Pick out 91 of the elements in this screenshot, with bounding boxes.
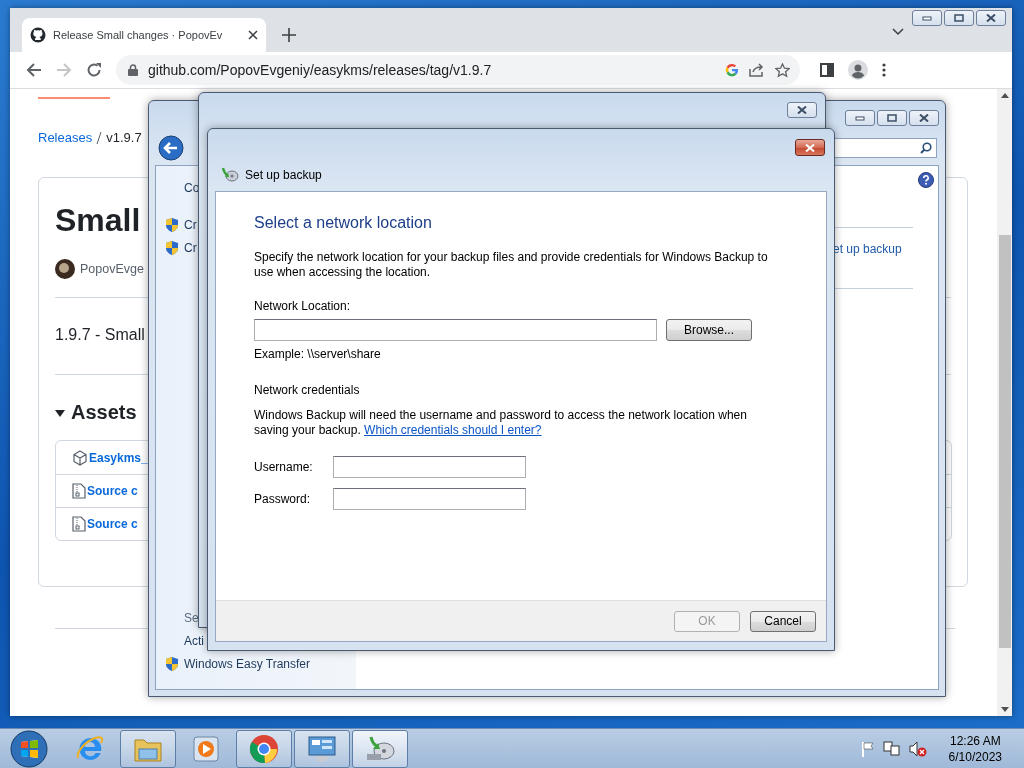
shield-icon xyxy=(164,216,180,233)
help-icon[interactable] xyxy=(918,172,934,188)
address-bar[interactable]: github.com/PopovEvgeniy/easykms/releases/tag/v1.9.7 xyxy=(116,55,800,85)
close-button[interactable] xyxy=(795,139,825,156)
speaker-muted-icon[interactable] xyxy=(908,740,927,757)
backup-drive-icon xyxy=(365,734,395,763)
page-heading: Select a network location xyxy=(254,214,433,232)
browse-button[interactable]: Browse... xyxy=(666,319,752,341)
scroll-up-icon[interactable] xyxy=(1000,93,1009,98)
window-button[interactable] xyxy=(944,10,974,26)
side-panel-icon[interactable] xyxy=(820,63,834,77)
backup-drive-icon xyxy=(221,166,239,182)
minimize-icon xyxy=(855,115,865,121)
close-button[interactable] xyxy=(787,102,817,118)
window-button[interactable] xyxy=(845,110,875,126)
close-icon[interactable] xyxy=(248,30,258,40)
input-field[interactable] xyxy=(333,456,526,478)
triangle-down-icon[interactable] xyxy=(55,407,65,418)
shield-icon xyxy=(164,239,180,256)
active-tab-underline xyxy=(38,97,110,99)
minimize-icon xyxy=(922,15,932,21)
lock-icon xyxy=(128,64,138,76)
window-button[interactable] xyxy=(909,110,939,126)
back-arrow-icon[interactable] xyxy=(26,62,42,78)
maximize-icon xyxy=(887,114,897,122)
asset-link[interactable]: Source c xyxy=(87,484,138,498)
cat-logo-icon xyxy=(30,27,46,43)
scrollbar-thumb[interactable] xyxy=(998,235,1011,648)
window-button[interactable] xyxy=(877,110,907,126)
taskbar-button[interactable] xyxy=(294,729,350,768)
window-button[interactable] xyxy=(976,10,1006,26)
maximize-icon xyxy=(954,14,964,22)
sidebar-link[interactable]: Windows Easy Transfer xyxy=(184,656,311,671)
help-link[interactable]: Which credentials should I enter? xyxy=(364,423,542,437)
window-button[interactable] xyxy=(912,10,942,26)
sidebar-link[interactable]: Cr xyxy=(184,240,197,255)
asset-link[interactable]: Source c xyxy=(87,517,138,531)
close-icon xyxy=(986,14,996,22)
share-icon[interactable] xyxy=(749,63,765,77)
example-text: Example: \\server\share xyxy=(254,347,382,361)
field-label: Username: xyxy=(254,460,314,474)
close-icon xyxy=(797,106,807,114)
taskbar-button[interactable] xyxy=(352,729,408,768)
breadcrumb-current: v1.9.7 xyxy=(106,130,142,145)
search-icon xyxy=(920,142,932,154)
sidebar-heading: Se xyxy=(184,610,199,625)
close-icon xyxy=(919,114,929,122)
network-icon[interactable] xyxy=(882,740,901,757)
scrollbar[interactable] xyxy=(997,89,1012,716)
section-heading: Network credentials xyxy=(254,383,361,397)
menu-icon[interactable] xyxy=(882,63,886,77)
chrome-icon xyxy=(249,733,279,764)
instructions-text: Specify the network location for your backup files and provide credentials for Windows Backup to use when accessing the location. xyxy=(254,250,769,280)
flag-icon[interactable] xyxy=(860,740,875,757)
browser-tab[interactable]: Release Small changes · PopovEv xyxy=(22,18,266,52)
media-player-icon xyxy=(192,734,220,763)
field-label: Password: xyxy=(254,492,312,506)
zip-file-icon xyxy=(72,516,86,532)
clock-time: 12:26 AM xyxy=(949,732,1001,749)
assets-heading: Assets xyxy=(71,401,137,424)
window-title: Set up backup xyxy=(245,168,322,182)
input-field[interactable] xyxy=(254,319,657,341)
field-label: Network Location: xyxy=(254,299,352,313)
breadcrumb-link[interactable]: Releases xyxy=(38,130,93,145)
profile-icon[interactable] xyxy=(848,60,868,80)
release-notes: 1.9.7 - Small xyxy=(55,326,145,344)
zip-file-icon xyxy=(72,483,86,499)
scroll-down-icon[interactable] xyxy=(1000,707,1009,712)
control-panel-icon xyxy=(307,734,337,763)
author-name[interactable]: PopovEvge xyxy=(80,262,144,276)
package-icon xyxy=(72,449,88,466)
credentials-text: Windows Backup will need the username and password to access the network location when saving your backup. Which credentials should I enter? xyxy=(254,408,748,438)
new-tab-icon[interactable] xyxy=(282,28,296,42)
breadcrumb-separator-icon xyxy=(96,130,103,145)
clock-date: 6/10/2023 xyxy=(948,748,1002,765)
reload-icon[interactable] xyxy=(86,62,102,78)
avatar-icon xyxy=(55,259,75,279)
taskbar-button[interactable] xyxy=(236,729,292,768)
sidebar-link[interactable]: Cr xyxy=(184,217,197,232)
google-g-icon[interactable] xyxy=(725,63,739,77)
shield-icon xyxy=(164,655,180,672)
sidebar-link[interactable]: Acti xyxy=(184,633,204,648)
dialog-button[interactable]: Cancel xyxy=(750,610,816,632)
asset-link[interactable]: Easykms_ xyxy=(89,450,148,465)
start-button[interactable] xyxy=(10,729,48,768)
close-icon xyxy=(805,143,815,152)
release-title: Small xyxy=(55,202,141,239)
star-icon[interactable] xyxy=(775,62,790,78)
chevron-down-icon[interactable] xyxy=(892,28,904,36)
taskbar-button[interactable] xyxy=(120,729,176,768)
input-field[interactable] xyxy=(333,488,526,510)
